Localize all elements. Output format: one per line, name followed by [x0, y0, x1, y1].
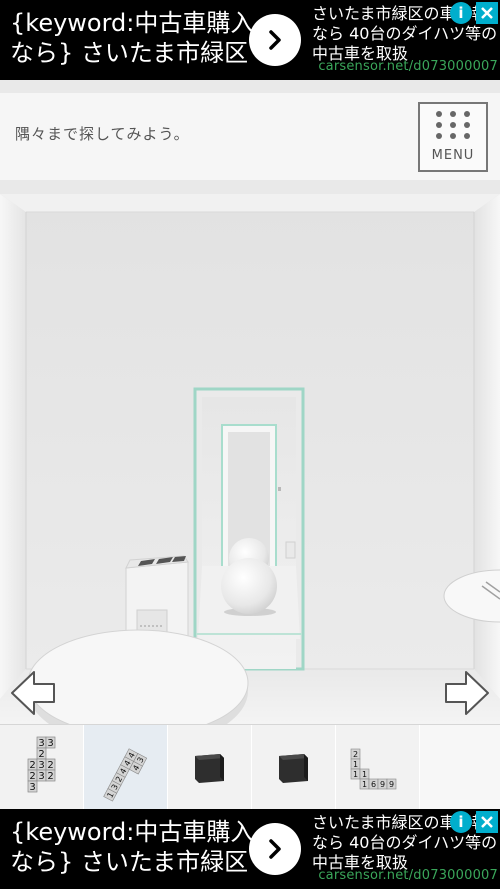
svg-text:2: 2 — [38, 749, 44, 760]
menu-label: MENU — [431, 148, 475, 163]
black-cube-icon — [279, 754, 308, 783]
chevron-right-icon — [269, 839, 281, 859]
hint-bar: 隅々まで探してみよう。 MENU — [0, 80, 500, 194]
close-icon[interactable] — [476, 2, 498, 24]
ad-go-button[interactable] — [249, 823, 301, 875]
svg-text:3: 3 — [47, 738, 53, 749]
svg-text:2: 2 — [47, 771, 53, 782]
svg-text:6: 6 — [371, 780, 376, 789]
ad-banner-top[interactable]: {keyword:中古車購入なら} さいたま市緑区 さいたま市緑区の車情報なら … — [0, 0, 500, 80]
left-arrow-icon[interactable] — [10, 670, 56, 716]
menu-button[interactable]: MENU — [418, 102, 488, 172]
chevron-right-icon — [269, 30, 281, 50]
inventory-slot-1[interactable]: 3 3 2 2 3 2 2 3 2 3 — [0, 725, 83, 810]
toaster — [125, 555, 189, 641]
room-scene[interactable] — [0, 194, 500, 724]
hint-text: 隅々まで探してみよう。 — [15, 125, 190, 143]
inventory-bar: 3 3 2 2 3 2 2 3 2 3 1 3 2 4 4 4 4 3 2 1 … — [0, 724, 500, 810]
inventory-slot-5[interactable]: 2 1 1 1 1 6 9 9 — [336, 725, 419, 810]
inventory-slot-2[interactable]: 1 3 2 4 4 4 4 3 — [84, 725, 167, 810]
number-card-l-shape-icon: 2 1 1 1 1 6 9 9 — [350, 748, 397, 790]
svg-text:3: 3 — [38, 760, 44, 771]
svg-text:1: 1 — [362, 780, 367, 789]
info-icon[interactable]: i — [450, 2, 472, 24]
hint-panel: 隅々まで探してみよう。 MENU — [0, 93, 500, 180]
room-view — [0, 194, 500, 724]
svg-text:1: 1 — [362, 770, 367, 779]
right-arrow-icon[interactable] — [444, 670, 490, 716]
black-cube-icon — [195, 754, 224, 783]
inventory-slot-6[interactable] — [420, 725, 500, 810]
svg-text:2: 2 — [353, 750, 358, 759]
info-icon[interactable]: i — [450, 811, 472, 833]
svg-text:3: 3 — [38, 771, 44, 782]
svg-text:3: 3 — [29, 782, 35, 793]
close-icon[interactable] — [476, 811, 498, 833]
ad-headline[interactable]: {keyword:中古車購入なら} さいたま市緑区 — [10, 817, 260, 877]
number-card-diagonal-icon: 1 3 2 4 4 4 4 3 — [103, 748, 148, 802]
svg-text:1: 1 — [353, 760, 358, 769]
ad-banner-bottom[interactable]: {keyword:中古車購入なら} さいたま市緑区 さいたま市緑区の車情報なら … — [0, 809, 500, 889]
ad-headline[interactable]: {keyword:中古車購入なら} さいたま市緑区 — [10, 8, 260, 68]
doorway — [193, 387, 305, 671]
svg-text:2: 2 — [29, 760, 35, 771]
svg-text:1: 1 — [353, 770, 358, 779]
svg-text:9: 9 — [380, 780, 385, 789]
ad-go-button[interactable] — [249, 14, 301, 66]
inventory-slot-3[interactable] — [168, 725, 251, 810]
ad-url[interactable]: carsensor.net/d073000007 — [310, 868, 498, 883]
number-card-tiles-icon: 3 3 2 2 3 2 2 3 2 3 — [27, 736, 56, 793]
inventory-slot-4[interactable] — [252, 725, 335, 810]
ad-url[interactable]: carsensor.net/d073000007 — [310, 59, 498, 74]
svg-text:2: 2 — [29, 771, 35, 782]
svg-text:2: 2 — [47, 760, 53, 771]
grid-dots-icon — [436, 111, 472, 141]
svg-text:9: 9 — [389, 780, 394, 789]
svg-text:3: 3 — [38, 738, 44, 749]
